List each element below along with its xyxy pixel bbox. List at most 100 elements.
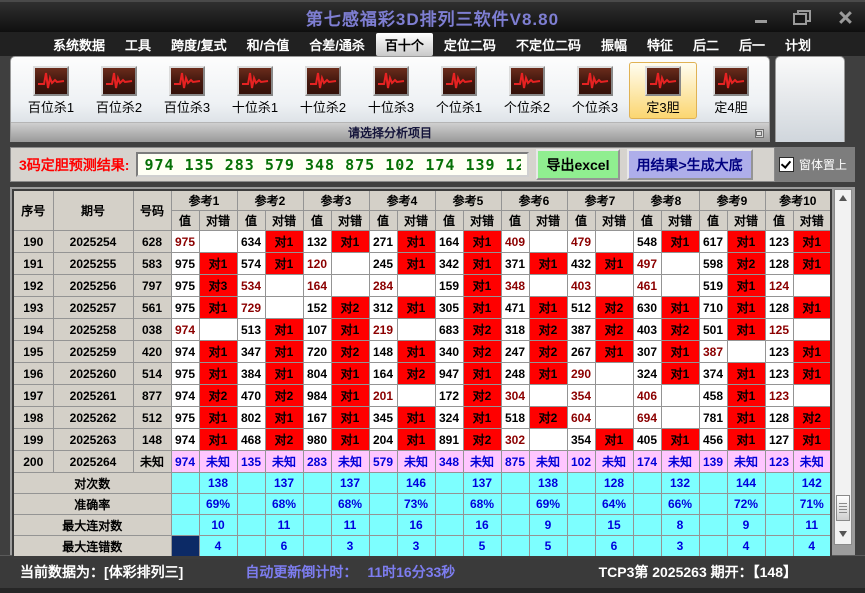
- ref-value-cell[interactable]: 139: [699, 451, 727, 473]
- menu-item-11[interactable]: 后二: [684, 33, 728, 56]
- ref-result-cell[interactable]: 对1: [199, 363, 237, 385]
- tool-button-11[interactable]: 定4胆: [697, 62, 765, 119]
- ref-result-cell[interactable]: [529, 385, 567, 407]
- summary-spacer-cell[interactable]: [765, 473, 793, 494]
- ref-value-cell[interactable]: 802: [237, 407, 265, 429]
- ref-result-cell[interactable]: 对1: [793, 297, 831, 319]
- ref-result-cell[interactable]: [529, 231, 567, 253]
- ref-result-cell[interactable]: 对2: [727, 253, 765, 275]
- ref-value-cell[interactable]: 513: [237, 319, 265, 341]
- ref-value-cell[interactable]: 123: [765, 385, 793, 407]
- menu-item-8[interactable]: 不定位二码: [507, 33, 590, 56]
- ref-value-cell[interactable]: 324: [435, 407, 463, 429]
- ref-value-cell[interactable]: 512: [567, 297, 595, 319]
- ref-value-cell[interactable]: 172: [435, 385, 463, 407]
- ref-value-cell[interactable]: 318: [501, 319, 529, 341]
- ref-value-cell[interactable]: 804: [303, 363, 331, 385]
- summary-value-cell[interactable]: 137: [463, 473, 501, 494]
- ref-result-cell[interactable]: 对1: [265, 407, 303, 429]
- ref-result-cell[interactable]: 对2: [463, 341, 501, 363]
- ref-value-cell[interactable]: 891: [435, 429, 463, 451]
- summary-spacer-cell[interactable]: [567, 494, 595, 515]
- seq-cell[interactable]: 199: [13, 429, 53, 451]
- ref-result-cell[interactable]: 对1: [463, 231, 501, 253]
- number-cell[interactable]: 038: [133, 319, 171, 341]
- number-cell[interactable]: 583: [133, 253, 171, 275]
- ref-value-cell[interactable]: 534: [237, 275, 265, 297]
- summary-value-cell[interactable]: 64%: [595, 494, 633, 515]
- summary-value-cell[interactable]: 4: [793, 536, 831, 558]
- summary-value-cell[interactable]: 3: [397, 536, 435, 558]
- ref-value-cell[interactable]: 204: [369, 429, 397, 451]
- ref-value-cell[interactable]: 167: [303, 407, 331, 429]
- ref-value-cell[interactable]: 247: [501, 341, 529, 363]
- ref-result-cell[interactable]: 对3: [199, 275, 237, 297]
- ref-result-cell[interactable]: [529, 275, 567, 297]
- tool-button-3[interactable]: 百位杀3: [153, 62, 221, 119]
- ref-result-cell[interactable]: 对1: [397, 231, 435, 253]
- summary-spacer-cell[interactable]: [237, 536, 265, 558]
- menu-item-9[interactable]: 振幅: [592, 33, 636, 56]
- number-cell[interactable]: 未知: [133, 451, 171, 473]
- ref-result-cell[interactable]: [595, 385, 633, 407]
- summary-spacer-cell[interactable]: [633, 515, 661, 536]
- ref-result-cell[interactable]: [397, 275, 435, 297]
- ref-result-cell[interactable]: 对1: [397, 407, 435, 429]
- ref-value-cell[interactable]: 405: [633, 429, 661, 451]
- ref-result-cell[interactable]: 对1: [331, 385, 369, 407]
- summary-value-cell[interactable]: 69%: [199, 494, 237, 515]
- number-cell[interactable]: 512: [133, 407, 171, 429]
- period-cell[interactable]: 2025258: [53, 319, 133, 341]
- ref-value-cell[interactable]: 271: [369, 231, 397, 253]
- ref-result-cell[interactable]: 对1: [265, 341, 303, 363]
- summary-value-cell[interactable]: 5: [463, 536, 501, 558]
- ref-value-cell[interactable]: 159: [435, 275, 463, 297]
- ref-result-cell[interactable]: 对1: [397, 429, 435, 451]
- ref-result-cell[interactable]: [529, 429, 567, 451]
- ref-result-cell[interactable]: 对2: [595, 319, 633, 341]
- ref-result-cell[interactable]: 对1: [793, 429, 831, 451]
- ref-value-cell[interactable]: 470: [237, 385, 265, 407]
- period-cell[interactable]: 2025256: [53, 275, 133, 297]
- period-cell[interactable]: 2025264: [53, 451, 133, 473]
- summary-spacer-cell[interactable]: [435, 494, 463, 515]
- ref-result-cell[interactable]: 对2: [397, 363, 435, 385]
- summary-spacer-cell[interactable]: [435, 536, 463, 558]
- ref-result-cell[interactable]: [661, 385, 699, 407]
- summary-value-cell[interactable]: 6: [595, 536, 633, 558]
- ref-result-cell[interactable]: [199, 231, 237, 253]
- summary-spacer-cell[interactable]: [567, 473, 595, 494]
- ref-value-cell[interactable]: 345: [369, 407, 397, 429]
- ref-result-cell[interactable]: 对1: [661, 429, 699, 451]
- ref-value-cell[interactable]: 354: [567, 385, 595, 407]
- summary-spacer-cell[interactable]: [303, 494, 331, 515]
- ref-value-cell[interactable]: 975: [171, 297, 199, 319]
- summary-spacer-cell[interactable]: [501, 536, 529, 558]
- summary-spacer-cell[interactable]: [765, 494, 793, 515]
- ref-value-cell[interactable]: 374: [699, 363, 727, 385]
- ref-value-cell[interactable]: 974: [171, 341, 199, 363]
- ref-result-cell[interactable]: 对1: [265, 253, 303, 275]
- ref-result-cell[interactable]: 对1: [661, 231, 699, 253]
- ref-value-cell[interactable]: 125: [765, 319, 793, 341]
- summary-value-cell[interactable]: 3: [661, 536, 699, 558]
- summary-value-cell[interactable]: 69%: [529, 494, 567, 515]
- summary-spacer-cell[interactable]: [237, 494, 265, 515]
- ref-value-cell[interactable]: 267: [567, 341, 595, 363]
- ref-value-cell[interactable]: 128: [765, 297, 793, 319]
- ref-result-cell[interactable]: 未知: [397, 451, 435, 473]
- ref-result-cell[interactable]: 对1: [727, 407, 765, 429]
- ref-value-cell[interactable]: 781: [699, 407, 727, 429]
- ref-value-cell[interactable]: 409: [501, 231, 529, 253]
- menu-item-10[interactable]: 特征: [638, 33, 682, 56]
- ref-result-cell[interactable]: 对2: [199, 385, 237, 407]
- summary-spacer-cell[interactable]: [369, 536, 397, 558]
- ref-value-cell[interactable]: 123: [765, 363, 793, 385]
- ref-result-cell[interactable]: 对1: [793, 253, 831, 275]
- menu-item-6[interactable]: 百十个: [376, 33, 433, 56]
- ref-result-cell[interactable]: 对2: [529, 407, 567, 429]
- summary-value-cell[interactable]: 73%: [397, 494, 435, 515]
- ref-result-cell[interactable]: 未知: [727, 451, 765, 473]
- ref-result-cell[interactable]: 对2: [463, 429, 501, 451]
- ref-result-cell[interactable]: 对1: [331, 231, 369, 253]
